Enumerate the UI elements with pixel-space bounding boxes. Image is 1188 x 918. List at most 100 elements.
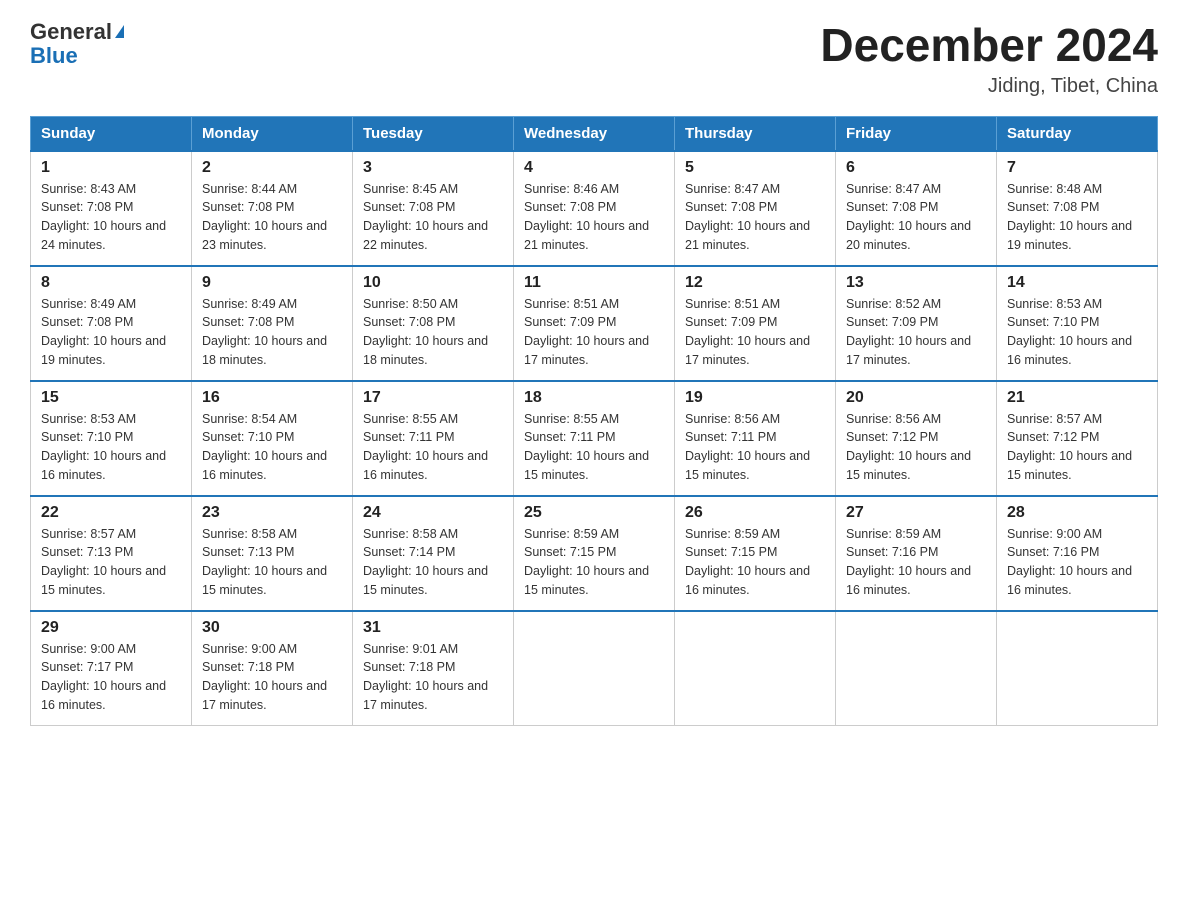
- day-number: 25: [524, 504, 664, 522]
- weekday-header-thursday: Thursday: [675, 116, 836, 151]
- day-detail: Sunrise: 8:58 AMSunset: 7:14 PMDaylight:…: [363, 525, 503, 600]
- day-detail: Sunrise: 8:44 AMSunset: 7:08 PMDaylight:…: [202, 180, 342, 255]
- month-title: December 2024: [820, 20, 1158, 71]
- day-detail: Sunrise: 9:00 AMSunset: 7:18 PMDaylight:…: [202, 640, 342, 715]
- calendar-cell: 5Sunrise: 8:47 AMSunset: 7:08 PMDaylight…: [675, 151, 836, 266]
- day-number: 24: [363, 504, 503, 522]
- calendar-cell: 1 Sunrise: 8:43 AMSunset: 7:08 PMDaylight…: [31, 151, 192, 266]
- day-detail: Sunrise: 8:53 AMSunset: 7:10 PMDaylight:…: [41, 410, 181, 485]
- calendar-cell: 21Sunrise: 8:57 AMSunset: 7:12 PMDayligh…: [997, 381, 1158, 496]
- weekday-header-tuesday: Tuesday: [353, 116, 514, 151]
- calendar-cell: 29 Sunrise: 9:00 AMSunset: 7:17 PMDayligh…: [31, 611, 192, 726]
- day-number: 9: [202, 274, 342, 292]
- calendar-cell: 20Sunrise: 8:56 AMSunset: 7:12 PMDayligh…: [836, 381, 997, 496]
- calendar-cell: 3Sunrise: 8:45 AMSunset: 7:08 PMDaylight…: [353, 151, 514, 266]
- day-number: 12: [685, 274, 825, 292]
- week-row-3: 15 Sunrise: 8:53 AMSunset: 7:10 PMDayligh…: [31, 381, 1158, 496]
- day-number: 16: [202, 389, 342, 407]
- day-detail: Sunrise: 8:53 AMSunset: 7:10 PMDaylight:…: [1007, 295, 1147, 370]
- weekday-header-wednesday: Wednesday: [514, 116, 675, 151]
- day-number: 31: [363, 619, 503, 637]
- day-detail: Sunrise: 8:50 AMSunset: 7:08 PMDaylight:…: [363, 295, 503, 370]
- location-title: Jiding, Tibet, China: [820, 75, 1158, 98]
- day-number: 5: [685, 159, 825, 177]
- calendar-cell: 17Sunrise: 8:55 AMSunset: 7:11 PMDayligh…: [353, 381, 514, 496]
- day-detail: Sunrise: 8:43 AMSunset: 7:08 PMDaylight:…: [41, 180, 181, 255]
- day-detail: Sunrise: 8:54 AMSunset: 7:10 PMDaylight:…: [202, 410, 342, 485]
- day-detail: Sunrise: 8:55 AMSunset: 7:11 PMDaylight:…: [363, 410, 503, 485]
- weekday-header-row: SundayMondayTuesdayWednesdayThursdayFrid…: [31, 116, 1158, 151]
- day-detail: Sunrise: 8:56 AMSunset: 7:12 PMDaylight:…: [846, 410, 986, 485]
- logo-triangle-icon: [115, 25, 124, 38]
- calendar-cell: 16 Sunrise: 8:54 AMSunset: 7:10 PMDayligh…: [192, 381, 353, 496]
- calendar-cell: 13 Sunrise: 8:52 AMSunset: 7:09 PMDayligh…: [836, 266, 997, 381]
- calendar-cell: 4 Sunrise: 8:46 AMSunset: 7:08 PMDaylight…: [514, 151, 675, 266]
- day-number: 1: [41, 159, 181, 177]
- day-detail: Sunrise: 8:56 AMSunset: 7:11 PMDaylight:…: [685, 410, 825, 485]
- calendar-cell: [514, 611, 675, 726]
- header: General Blue December 2024 Jiding, Tibet…: [30, 20, 1158, 98]
- calendar-cell: 25Sunrise: 8:59 AMSunset: 7:15 PMDayligh…: [514, 496, 675, 611]
- weekday-header-monday: Monday: [192, 116, 353, 151]
- calendar-cell: 10Sunrise: 8:50 AMSunset: 7:08 PMDayligh…: [353, 266, 514, 381]
- calendar-cell: 19 Sunrise: 8:56 AMSunset: 7:11 PMDayligh…: [675, 381, 836, 496]
- weekday-header-friday: Friday: [836, 116, 997, 151]
- weekday-header-saturday: Saturday: [997, 116, 1158, 151]
- calendar-cell: 11 Sunrise: 8:51 AMSunset: 7:09 PMDayligh…: [514, 266, 675, 381]
- day-number: 6: [846, 159, 986, 177]
- day-number: 26: [685, 504, 825, 522]
- day-detail: Sunrise: 8:51 AMSunset: 7:09 PMDaylight:…: [685, 295, 825, 370]
- calendar-cell: 23Sunrise: 8:58 AMSunset: 7:13 PMDayligh…: [192, 496, 353, 611]
- day-number: 15: [41, 389, 181, 407]
- day-number: 19: [685, 389, 825, 407]
- calendar-cell: 15 Sunrise: 8:53 AMSunset: 7:10 PMDayligh…: [31, 381, 192, 496]
- calendar-table: SundayMondayTuesdayWednesdayThursdayFrid…: [30, 116, 1158, 726]
- day-detail: Sunrise: 8:57 AMSunset: 7:12 PMDaylight:…: [1007, 410, 1147, 485]
- day-number: 28: [1007, 504, 1147, 522]
- logo-blue-text: Blue: [30, 43, 78, 68]
- calendar-cell: 8Sunrise: 8:49 AMSunset: 7:08 PMDaylight…: [31, 266, 192, 381]
- day-number: 3: [363, 159, 503, 177]
- day-detail: Sunrise: 8:59 AMSunset: 7:15 PMDaylight:…: [685, 525, 825, 600]
- day-number: 29: [41, 619, 181, 637]
- calendar-cell: 31 Sunrise: 9:01 AMSunset: 7:18 PMDayligh…: [353, 611, 514, 726]
- day-number: 7: [1007, 159, 1147, 177]
- week-row-4: 22Sunrise: 8:57 AMSunset: 7:13 PMDayligh…: [31, 496, 1158, 611]
- day-detail: Sunrise: 9:00 AMSunset: 7:17 PMDaylight:…: [41, 640, 181, 715]
- day-number: 18: [524, 389, 664, 407]
- day-detail: Sunrise: 9:01 AMSunset: 7:18 PMDaylight:…: [363, 640, 503, 715]
- week-row-1: 1 Sunrise: 8:43 AMSunset: 7:08 PMDaylight…: [31, 151, 1158, 266]
- calendar-cell: [836, 611, 997, 726]
- logo: General Blue: [30, 20, 124, 68]
- calendar-cell: 12 Sunrise: 8:51 AMSunset: 7:09 PMDayligh…: [675, 266, 836, 381]
- day-detail: Sunrise: 8:48 AMSunset: 7:08 PMDaylight:…: [1007, 180, 1147, 255]
- day-number: 4: [524, 159, 664, 177]
- weekday-header-sunday: Sunday: [31, 116, 192, 151]
- day-number: 23: [202, 504, 342, 522]
- calendar-cell: 14Sunrise: 8:53 AMSunset: 7:10 PMDayligh…: [997, 266, 1158, 381]
- calendar-cell: 26 Sunrise: 8:59 AMSunset: 7:15 PMDayligh…: [675, 496, 836, 611]
- day-detail: Sunrise: 8:47 AMSunset: 7:08 PMDaylight:…: [846, 180, 986, 255]
- calendar-cell: 7 Sunrise: 8:48 AMSunset: 7:08 PMDaylight…: [997, 151, 1158, 266]
- day-number: 30: [202, 619, 342, 637]
- calendar-cell: 6 Sunrise: 8:47 AMSunset: 7:08 PMDaylight…: [836, 151, 997, 266]
- calendar-cell: 27Sunrise: 8:59 AMSunset: 7:16 PMDayligh…: [836, 496, 997, 611]
- day-number: 27: [846, 504, 986, 522]
- logo-general-text: General: [30, 20, 112, 44]
- calendar-cell: 30 Sunrise: 9:00 AMSunset: 7:18 PMDayligh…: [192, 611, 353, 726]
- day-number: 13: [846, 274, 986, 292]
- calendar-cell: 2 Sunrise: 8:44 AMSunset: 7:08 PMDaylight…: [192, 151, 353, 266]
- day-number: 11: [524, 274, 664, 292]
- week-row-5: 29 Sunrise: 9:00 AMSunset: 7:17 PMDayligh…: [31, 611, 1158, 726]
- day-number: 2: [202, 159, 342, 177]
- calendar-cell: 22Sunrise: 8:57 AMSunset: 7:13 PMDayligh…: [31, 496, 192, 611]
- day-detail: Sunrise: 8:55 AMSunset: 7:11 PMDaylight:…: [524, 410, 664, 485]
- day-detail: Sunrise: 8:51 AMSunset: 7:09 PMDaylight:…: [524, 295, 664, 370]
- day-detail: Sunrise: 8:46 AMSunset: 7:08 PMDaylight:…: [524, 180, 664, 255]
- day-detail: Sunrise: 9:00 AMSunset: 7:16 PMDaylight:…: [1007, 525, 1147, 600]
- calendar-cell: 18 Sunrise: 8:55 AMSunset: 7:11 PMDayligh…: [514, 381, 675, 496]
- day-number: 22: [41, 504, 181, 522]
- day-detail: Sunrise: 8:49 AMSunset: 7:08 PMDaylight:…: [41, 295, 181, 370]
- day-detail: Sunrise: 8:52 AMSunset: 7:09 PMDaylight:…: [846, 295, 986, 370]
- calendar-cell: [997, 611, 1158, 726]
